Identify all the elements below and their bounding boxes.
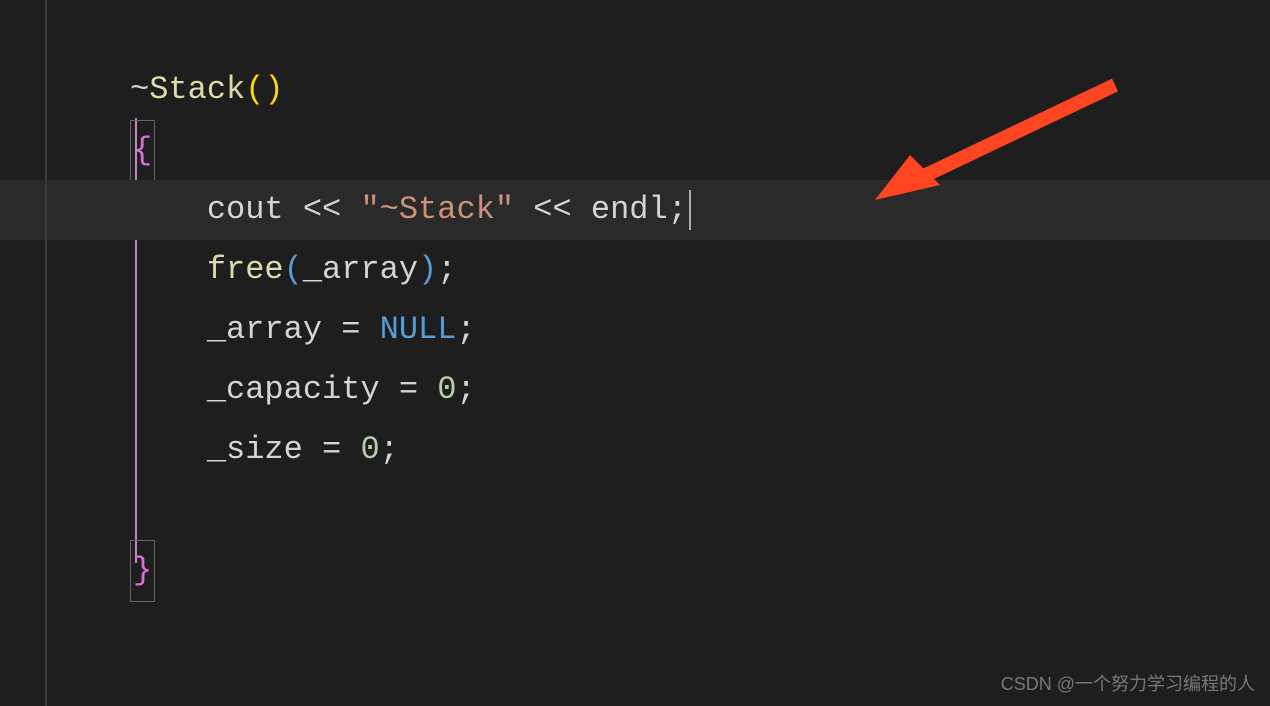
destructor-name: Stack xyxy=(149,71,245,108)
code-line-8[interactable] xyxy=(130,480,1270,540)
watermark-text: CSDN @一个努力学习编程的人 xyxy=(1001,670,1255,696)
string-literal: "~Stack" xyxy=(360,191,514,228)
null-const: NULL xyxy=(380,311,457,348)
parens: () xyxy=(245,71,283,108)
code-line-2[interactable]: { xyxy=(130,120,1270,180)
code-editor[interactable]: ~Stack() { cout << "~Stack" << endl; fre… xyxy=(0,0,1270,706)
code-line-9[interactable]: } xyxy=(130,540,1270,600)
tilde-operator: ~ xyxy=(130,71,149,108)
endl-token: endl xyxy=(591,191,668,228)
close-brace: } xyxy=(133,552,152,589)
cout-token: cout xyxy=(207,191,284,228)
free-call: free xyxy=(207,251,284,288)
code-line-4[interactable]: free(_array); xyxy=(130,240,1270,300)
code-line-5[interactable]: _array = NULL; xyxy=(130,300,1270,360)
gutter-line xyxy=(45,0,47,706)
close-brace-box: } xyxy=(130,540,155,602)
code-line-6[interactable]: _capacity = 0; xyxy=(130,360,1270,420)
code-line-3[interactable]: cout << "~Stack" << endl; xyxy=(130,180,1270,240)
text-cursor xyxy=(689,190,691,230)
code-line-7[interactable]: _size = 0; xyxy=(130,420,1270,480)
open-brace-box: { xyxy=(130,120,155,182)
code-line-1[interactable]: ~Stack() xyxy=(130,60,1270,120)
open-brace: { xyxy=(133,132,152,169)
